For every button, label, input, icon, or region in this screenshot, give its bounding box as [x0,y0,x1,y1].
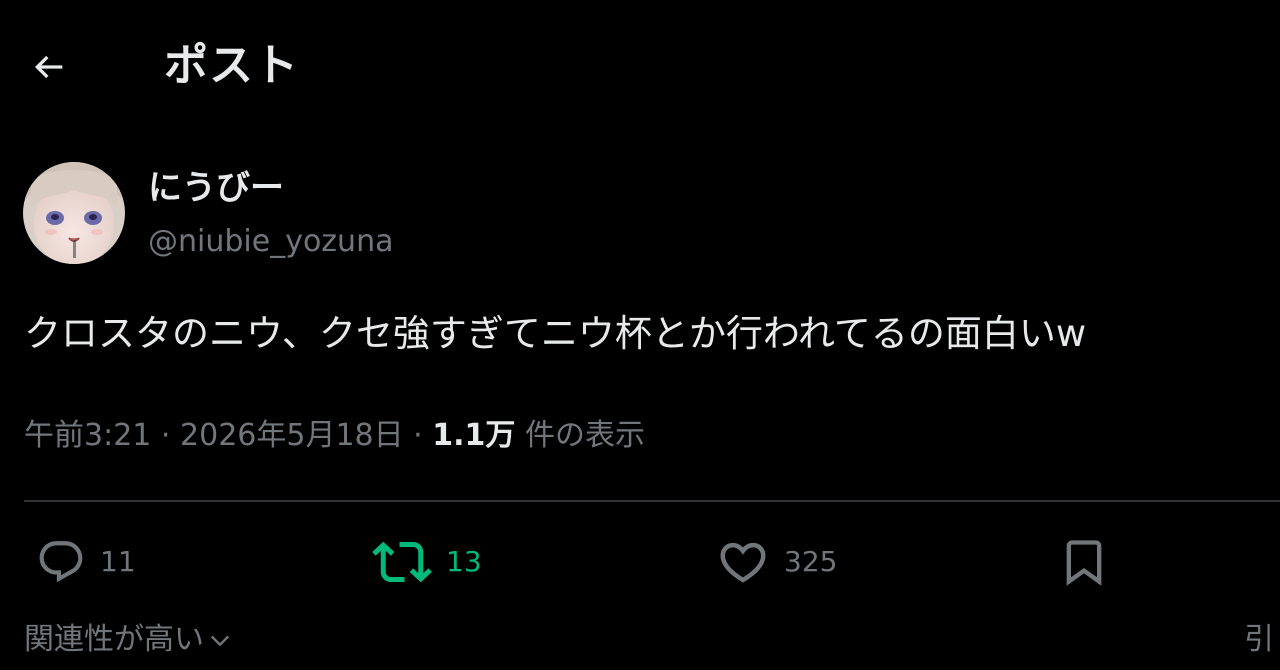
retweet-icon [372,541,432,583]
replies-sort-dropdown[interactable]: 関連性が高い [24,618,234,662]
arrow-left-icon [34,55,63,79]
reply-button[interactable]: 11 [36,532,136,592]
reply-count: 11 [100,545,136,578]
author-handle[interactable]: @niubie_yozuna [148,220,393,264]
avatar-image [23,162,125,264]
replies-sort-label: 関連性が高い [24,622,204,657]
views-count[interactable]: 1.1万 [432,418,515,453]
chevron-down-icon [211,635,229,647]
tweet-date[interactable]: 2026年5月18日 [180,418,404,453]
like-button[interactable]: 325 [716,532,837,592]
author-display-name[interactable]: にうびー [148,166,284,210]
bookmark-button[interactable] [1058,532,1110,592]
back-button[interactable] [26,44,72,90]
tweet-meta: 午前3:21 · 2026年5月18日 · 1.1万 件の表示 [24,414,645,458]
replies-right-partial: 引 [1244,622,1274,657]
retweet-button[interactable]: 13 [372,532,482,592]
like-count: 325 [784,545,838,578]
bookmark-icon [1066,540,1102,586]
tweet-text: クロスタのニウ、クセ強すぎてニウ杯とか行われてるの面白いw [24,312,1087,355]
page-title: ポスト [164,40,299,91]
meta-separator: · [160,418,171,453]
retweet-count: 13 [446,545,482,578]
divider [24,500,1280,502]
views-label: 件の表示 [524,418,645,453]
reply-bubble-icon [39,541,83,583]
meta-separator: · [413,418,423,453]
heart-icon [720,542,766,583]
tweet-time[interactable]: 午前3:21 [24,418,151,453]
avatar[interactable] [23,162,125,264]
post-header: ポスト [0,0,1280,130]
